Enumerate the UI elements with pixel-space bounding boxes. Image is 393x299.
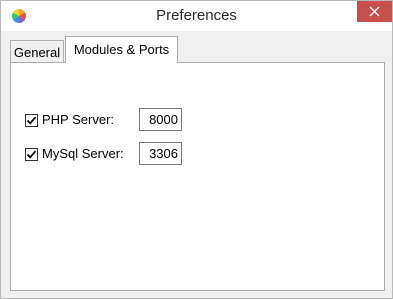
tab-panel-modules-and-ports: PHP Server: MySql Server: xyxy=(10,62,385,291)
mysql-server-label: MySql Server: xyxy=(42,146,124,161)
tab-general[interactable]: General xyxy=(10,40,64,62)
dialog-body: General Modules & Ports PHP Server: MyS xyxy=(1,31,392,298)
php-server-port-input[interactable] xyxy=(139,108,182,131)
tab-modules-and-ports[interactable]: Modules & Ports xyxy=(65,36,178,63)
mysql-server-checkbox[interactable] xyxy=(25,148,38,161)
mysql-server-port-input[interactable] xyxy=(139,142,182,165)
php-server-checkbox[interactable] xyxy=(25,114,38,127)
close-icon xyxy=(369,6,380,17)
php-server-label: PHP Server: xyxy=(42,112,115,127)
close-button[interactable] xyxy=(357,1,392,22)
title-bar[interactable]: Preferences xyxy=(1,1,392,31)
checkmark-icon xyxy=(26,150,37,159)
checkmark-icon xyxy=(26,116,37,125)
window-title: Preferences xyxy=(156,7,237,24)
preferences-window: Preferences General Modules & Ports PHP … xyxy=(0,0,393,299)
